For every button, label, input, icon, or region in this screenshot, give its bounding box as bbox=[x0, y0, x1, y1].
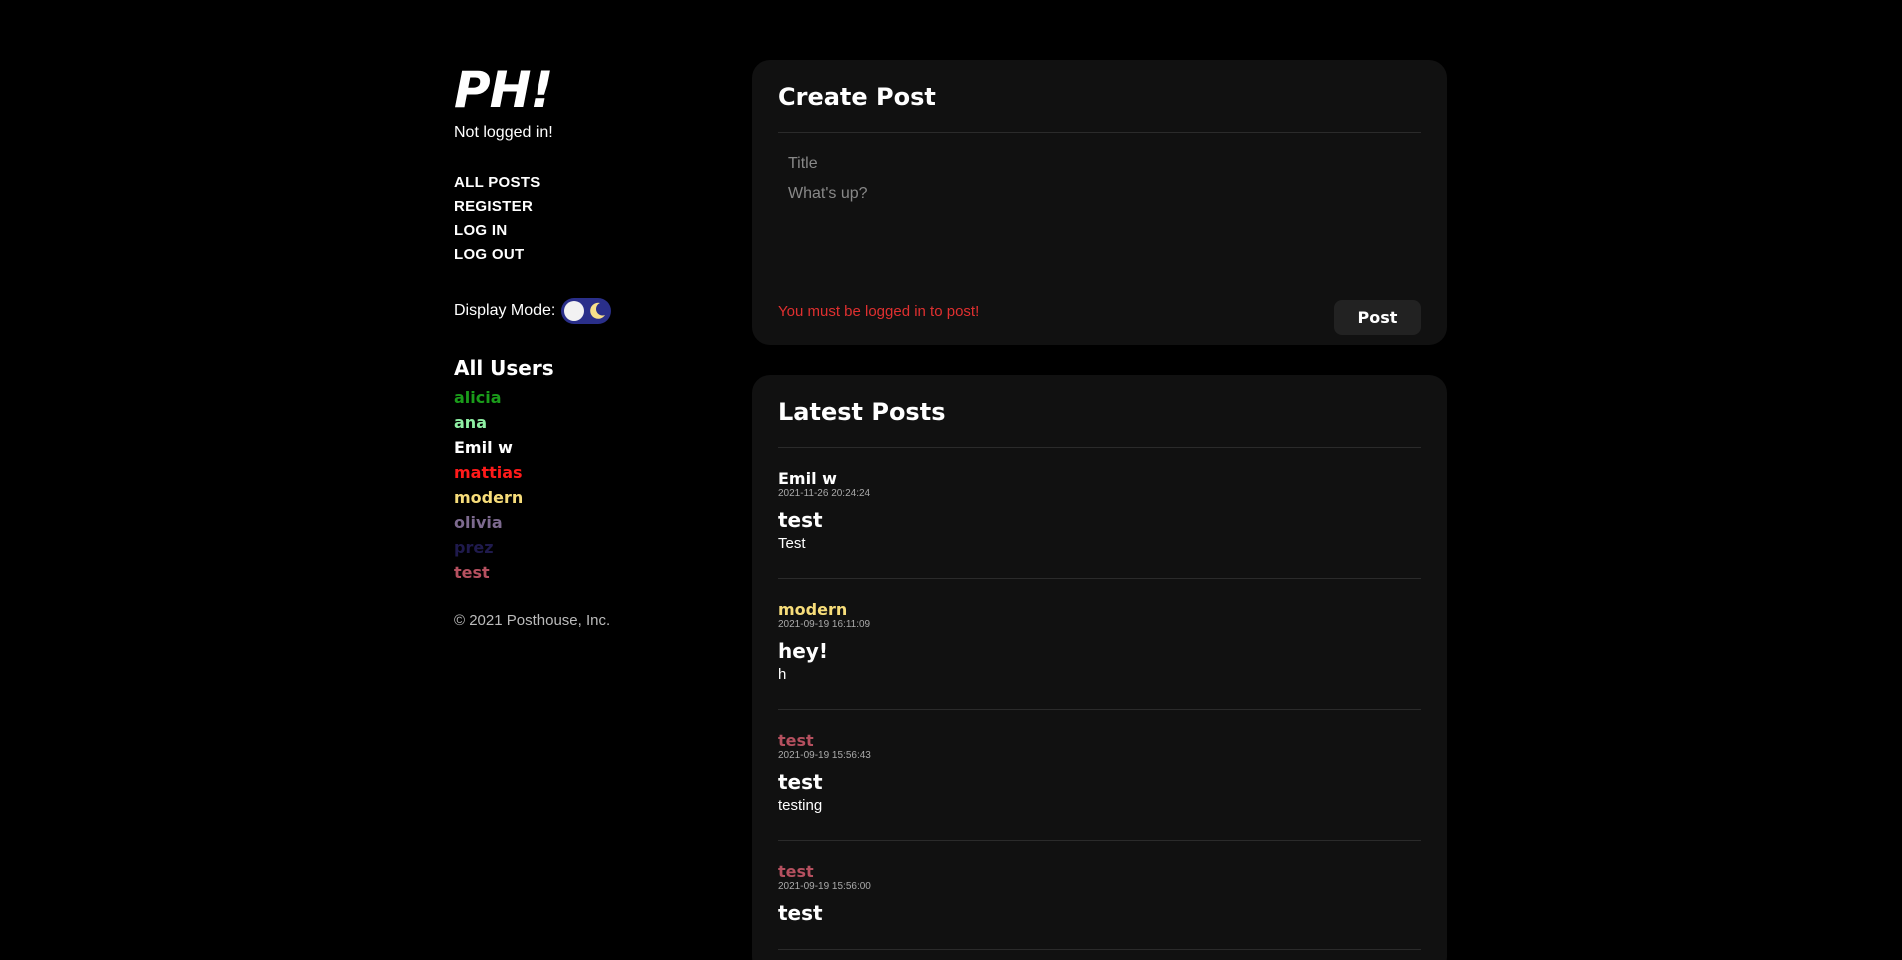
copyright: © 2021 Posthouse, Inc. bbox=[454, 612, 611, 629]
user-list: alicia ana Emil w mattias modern olivia prez te… bbox=[454, 388, 714, 582]
nav-register[interactable]: REGISTER bbox=[454, 198, 714, 216]
login-required-error: You must be logged in to post! bbox=[778, 303, 980, 320]
post-author[interactable]: modern bbox=[778, 601, 1421, 619]
latest-posts-card: Latest Posts Emil w 2021-11-26 20:24:24 te… bbox=[752, 375, 1447, 960]
user-link[interactable]: Emil w bbox=[454, 438, 714, 457]
post-body: h bbox=[778, 666, 787, 683]
post-button[interactable]: Post bbox=[1334, 300, 1421, 335]
post-author[interactable]: Emil w bbox=[778, 470, 1421, 488]
post-title: hey! bbox=[778, 639, 828, 663]
post-title-input[interactable] bbox=[778, 145, 1421, 183]
nav-log-in[interactable]: LOG IN bbox=[454, 222, 714, 240]
post-author[interactable]: test bbox=[778, 863, 1421, 881]
post-date: 2021-09-19 15:56:00 bbox=[778, 881, 871, 892]
post-body: testing bbox=[778, 797, 823, 814]
post-body-input[interactable] bbox=[778, 183, 1421, 273]
user-link[interactable]: ana bbox=[454, 413, 714, 432]
user-link[interactable]: modern bbox=[454, 488, 714, 507]
create-post-card: Create Post You must be logged in to pos… bbox=[752, 60, 1447, 345]
post-title: test bbox=[778, 901, 823, 925]
create-post-heading: Create Post bbox=[778, 82, 1421, 133]
display-mode-label: Display Mode: bbox=[454, 302, 556, 319]
post-title: test bbox=[778, 770, 823, 794]
post-item: Emil w 2021-11-26 20:24:24 test Test bbox=[778, 448, 1421, 579]
moon-icon bbox=[590, 302, 606, 319]
post-date: 2021-09-19 15:56:43 bbox=[778, 750, 871, 761]
nav-all-posts[interactable]: ALL POSTS bbox=[454, 174, 714, 192]
sidebar: PH! Not logged in! ALL POSTS REGISTER LO… bbox=[454, 62, 714, 629]
post-date: 2021-11-26 20:24:24 bbox=[778, 488, 871, 499]
sun-icon bbox=[564, 301, 585, 321]
post-item: test 2021-09-19 15:56:43 test testing bbox=[778, 710, 1421, 841]
login-status: Not logged in! bbox=[454, 124, 553, 141]
user-link[interactable]: olivia bbox=[454, 513, 714, 532]
post-author[interactable]: test bbox=[778, 732, 1421, 750]
latest-posts-heading: Latest Posts bbox=[778, 397, 1421, 448]
user-link[interactable]: prez bbox=[454, 538, 714, 557]
nav-log-out[interactable]: LOG OUT bbox=[454, 246, 714, 264]
main-nav: ALL POSTS REGISTER LOG IN LOG OUT bbox=[454, 174, 714, 264]
user-link[interactable]: test bbox=[454, 563, 714, 582]
display-mode-toggle[interactable] bbox=[561, 298, 612, 324]
display-mode: Display Mode: bbox=[454, 298, 714, 324]
post-body: Test bbox=[778, 535, 806, 552]
post-date: 2021-09-19 16:11:09 bbox=[778, 619, 871, 630]
page: PH! Not logged in! ALL POSTS REGISTER LO… bbox=[0, 0, 1902, 960]
user-link[interactable]: mattias bbox=[454, 463, 714, 482]
post-list: Emil w 2021-11-26 20:24:24 test Test modern 2… bbox=[778, 448, 1421, 950]
post-title: test bbox=[778, 508, 823, 532]
all-users-heading: All Users bbox=[454, 356, 554, 380]
site-logo[interactable]: PH! bbox=[454, 62, 714, 118]
post-item: test 2021-09-19 15:56:00 test bbox=[778, 841, 1421, 950]
create-post-footer: You must be logged in to post! Post bbox=[778, 300, 1421, 335]
user-link[interactable]: alicia bbox=[454, 388, 714, 407]
post-item: modern 2021-09-19 16:11:09 hey! h bbox=[778, 579, 1421, 710]
